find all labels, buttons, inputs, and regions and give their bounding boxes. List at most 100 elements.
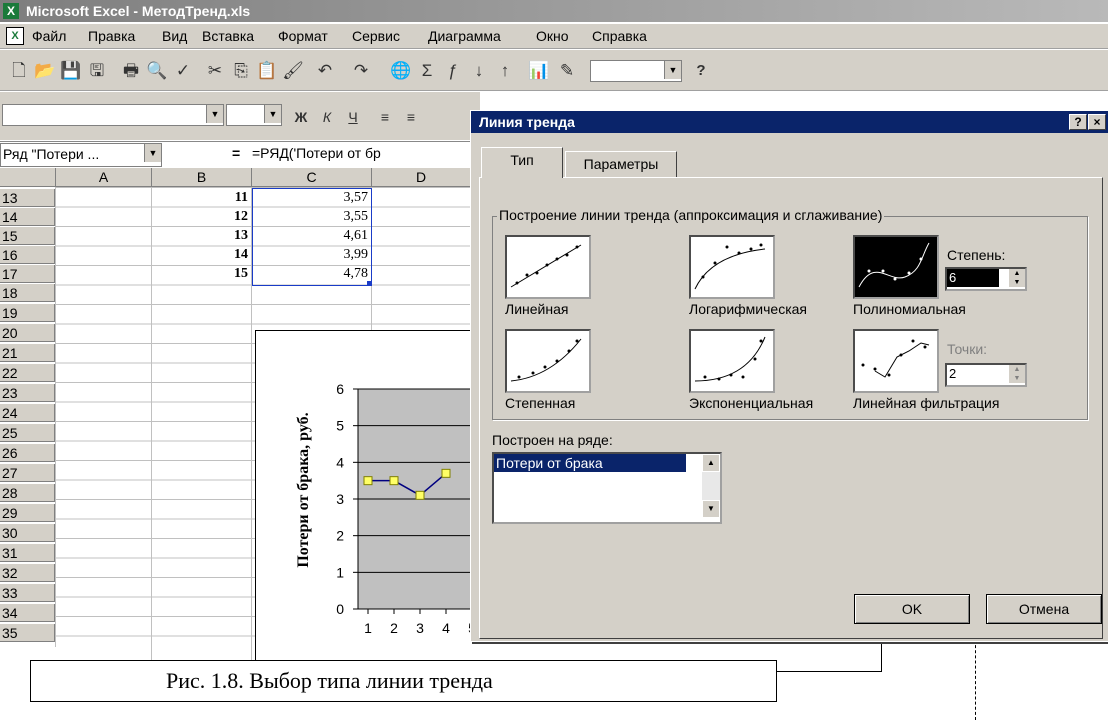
listbox-scrollbar[interactable]: ▲ ▼: [702, 454, 720, 518]
close-button[interactable]: ×: [1088, 114, 1106, 130]
row-header[interactable]: 30: [0, 524, 55, 542]
row-header[interactable]: 18: [0, 284, 55, 302]
cancel-button[interactable]: Отмена: [986, 594, 1102, 624]
sort-asc-icon[interactable]: ↓: [468, 60, 490, 82]
series-listbox[interactable]: Потери от брака ▲ ▼: [492, 452, 722, 524]
power-type-option[interactable]: [505, 329, 591, 393]
select-all-corner[interactable]: [0, 168, 56, 187]
degree-value[interactable]: 6: [947, 269, 999, 287]
underline-button[interactable]: Ч: [342, 106, 364, 128]
formula-input[interactable]: =РЯД('Потери от бр: [252, 145, 381, 161]
row-header[interactable]: 20: [0, 324, 55, 342]
cut-icon[interactable]: ✂: [204, 60, 226, 82]
menu-tools[interactable]: Сервис: [352, 28, 400, 44]
fill-handle[interactable]: [367, 281, 372, 286]
row-header[interactable]: 24: [0, 404, 55, 422]
chevron-down-icon[interactable]: ▼: [206, 105, 223, 123]
italic-button[interactable]: К: [316, 106, 338, 128]
row-header[interactable]: 17: [0, 265, 55, 283]
row-header[interactable]: 31: [0, 544, 55, 562]
print-preview-icon[interactable]: 🔍: [146, 60, 168, 82]
row-header[interactable]: 29: [0, 504, 55, 522]
copy-icon[interactable]: ⎘: [230, 60, 252, 82]
spinner-arrows-icon[interactable]: ▲ ▼: [1009, 269, 1025, 287]
name-box[interactable]: Ряд "Потери ... ▼: [0, 143, 162, 167]
row-header[interactable]: 25: [0, 424, 55, 442]
series-item[interactable]: Потери от брака: [494, 454, 686, 472]
align-center-icon[interactable]: ≡: [400, 106, 422, 128]
row-header[interactable]: 21: [0, 344, 55, 362]
column-header-c[interactable]: C: [252, 168, 372, 187]
autosum-icon[interactable]: Σ: [416, 60, 438, 82]
help-icon[interactable]: ?: [690, 60, 712, 82]
selected-range[interactable]: [252, 188, 372, 286]
row-header[interactable]: 16: [0, 246, 55, 264]
column-header-d[interactable]: D: [372, 168, 471, 187]
menu-insert[interactable]: Вставка: [202, 28, 254, 44]
column-header-b[interactable]: B: [152, 168, 252, 187]
chevron-down-icon[interactable]: ▼: [664, 61, 681, 79]
row-header[interactable]: 26: [0, 444, 55, 462]
row-header[interactable]: 13: [0, 189, 55, 207]
zoom-combo[interactable]: ▼: [590, 60, 682, 82]
row-header[interactable]: 28: [0, 484, 55, 502]
cell-b13[interactable]: 11: [152, 190, 252, 206]
document-icon[interactable]: X: [6, 27, 24, 45]
font-size-combo[interactable]: ▼: [226, 104, 282, 126]
drawing-icon[interactable]: ✎: [556, 60, 578, 82]
open-icon[interactable]: 📂: [34, 60, 56, 82]
cell-b14[interactable]: 12: [152, 209, 252, 225]
align-left-icon[interactable]: ≡: [374, 106, 396, 128]
undo-icon[interactable]: ↶: [314, 60, 336, 82]
redo-icon[interactable]: ↷: [350, 60, 372, 82]
scroll-up-icon[interactable]: ▲: [702, 454, 720, 472]
degree-spinner[interactable]: 6 ▲ ▼: [945, 267, 1027, 291]
cell-b17[interactable]: 15: [152, 266, 252, 282]
logarithmic-type-option[interactable]: [689, 235, 775, 299]
row-header[interactable]: 15: [0, 227, 55, 245]
row-header[interactable]: 33: [0, 584, 55, 602]
scroll-down-icon[interactable]: ▼: [702, 500, 720, 518]
row-header[interactable]: 23: [0, 384, 55, 402]
menu-file[interactable]: Файл: [32, 28, 66, 44]
row-header[interactable]: 19: [0, 304, 55, 322]
menu-help[interactable]: Справка: [592, 28, 647, 44]
exponential-type-option[interactable]: [689, 329, 775, 393]
chevron-down-icon[interactable]: ▼: [144, 144, 161, 162]
menu-format[interactable]: Формат: [278, 28, 328, 44]
row-header[interactable]: 34: [0, 604, 55, 622]
row-header[interactable]: 27: [0, 464, 55, 482]
tab-type[interactable]: Тип: [481, 147, 563, 178]
spelling-icon[interactable]: ✓: [172, 60, 194, 82]
linear-type-option[interactable]: [505, 235, 591, 299]
moving-average-type-option[interactable]: [853, 329, 939, 393]
hyperlink-icon[interactable]: 🌐: [390, 60, 412, 82]
bold-button[interactable]: Ж: [290, 106, 312, 128]
chevron-down-icon[interactable]: ▼: [264, 105, 281, 123]
web-save-icon[interactable]: 🖫: [86, 60, 108, 82]
function-icon[interactable]: ƒ: [442, 60, 464, 82]
column-header-a[interactable]: A: [56, 168, 152, 187]
row-header[interactable]: 22: [0, 364, 55, 382]
row-header[interactable]: 32: [0, 564, 55, 582]
menu-window[interactable]: Окно: [536, 28, 569, 44]
cell-b16[interactable]: 14: [152, 247, 252, 263]
row-header[interactable]: 35: [0, 624, 55, 642]
print-icon[interactable]: 🖶: [120, 60, 142, 82]
help-button[interactable]: ?: [1069, 114, 1087, 130]
menu-edit[interactable]: Правка: [88, 28, 135, 44]
row-header[interactable]: 14: [0, 208, 55, 226]
menu-chart[interactable]: Диаграмма: [428, 28, 501, 44]
ok-button[interactable]: OK: [854, 594, 970, 624]
save-icon[interactable]: 💾: [60, 60, 82, 82]
paste-icon[interactable]: 📋: [256, 60, 278, 82]
menu-view[interactable]: Вид: [162, 28, 187, 44]
format-painter-icon[interactable]: 🖌: [282, 60, 304, 82]
cell-b15[interactable]: 13: [152, 228, 252, 244]
sort-desc-icon[interactable]: ↑: [494, 60, 516, 82]
tab-parameters[interactable]: Параметры: [565, 151, 677, 178]
new-icon[interactable]: 🗋: [8, 60, 30, 82]
font-name-combo[interactable]: ▼: [2, 104, 224, 126]
polynomial-type-option[interactable]: [853, 235, 939, 299]
chart-wizard-icon[interactable]: 📊: [528, 60, 550, 82]
